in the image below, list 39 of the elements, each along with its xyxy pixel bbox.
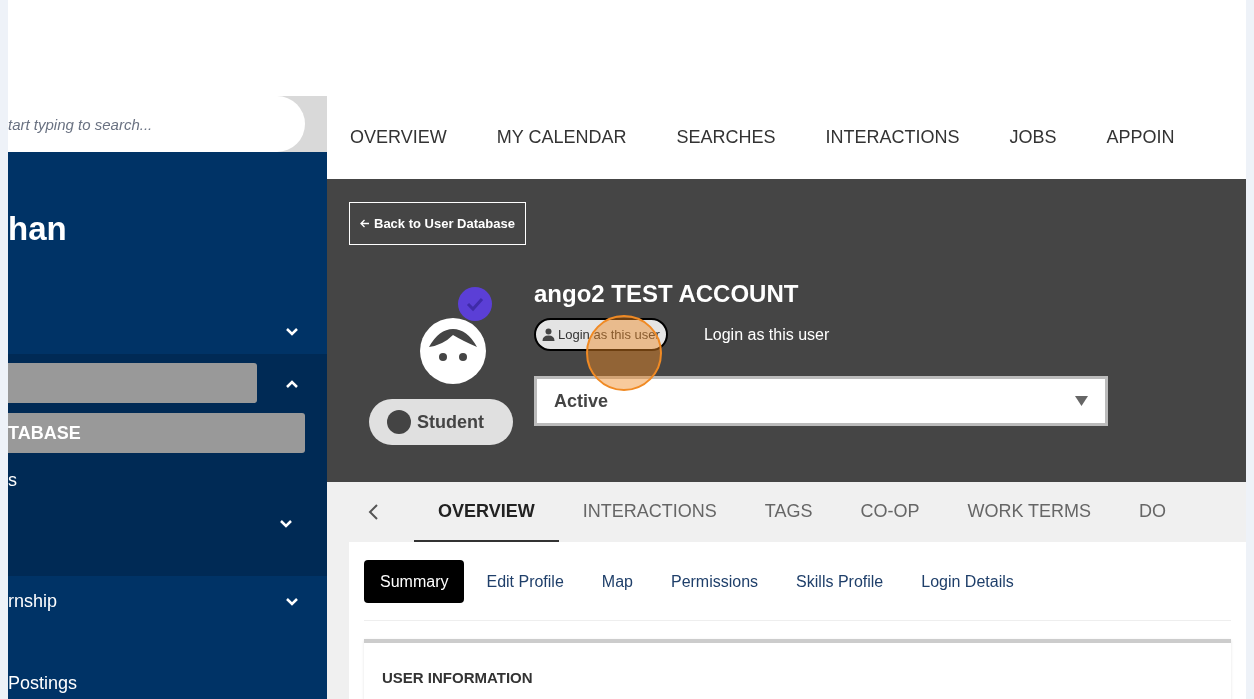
sub-tab[interactable]: Map — [585, 560, 649, 603]
sub-tab[interactable]: Login Details — [905, 560, 1030, 603]
back-arrow-icon — [360, 219, 370, 229]
nav-link[interactable]: INTERACTIONS — [825, 124, 960, 152]
menu-group[interactable]: rnship — [8, 581, 285, 621]
chevron-up-icon[interactable] — [285, 378, 299, 388]
tab[interactable]: WORK TERMS — [943, 482, 1116, 542]
chevron-down-icon[interactable] — [285, 596, 299, 606]
tab[interactable]: INTERACTIONS — [558, 482, 741, 542]
sub-tab[interactable]: Permissions — [654, 560, 775, 603]
verified-badge-icon — [458, 287, 492, 322]
avatar-icon — [419, 317, 487, 386]
nav-link[interactable]: JOBS — [1009, 124, 1057, 152]
chevron-down-icon[interactable] — [279, 518, 293, 528]
sub-tab[interactable]: Edit Profile — [470, 560, 580, 603]
chevron-left-icon[interactable] — [367, 503, 379, 522]
sub-tab[interactable]: Summary — [364, 560, 465, 603]
status-dot-icon — [387, 410, 411, 435]
nav-link[interactable]: OVERVIEW — [350, 124, 447, 152]
person-icon — [542, 328, 555, 342]
menu-item[interactable]: Postings — [8, 663, 327, 699]
dropdown-triangle-icon — [1075, 396, 1088, 407]
login-note: Login as this user — [703, 324, 830, 345]
tab[interactable]: CO-OP — [836, 482, 944, 542]
section-title: USER INFORMATION — [382, 668, 534, 688]
user-name: ango2 TEST ACCOUNT — [534, 279, 800, 310]
user-name: han — [8, 209, 68, 244]
menu-item[interactable]: s — [8, 460, 327, 500]
role-badge: Student — [369, 399, 513, 446]
nav-link[interactable]: MY CALENDAR — [496, 124, 627, 152]
nav-link[interactable]: APPOIN — [1106, 124, 1175, 152]
nav-link[interactable]: SEARCHES — [676, 124, 776, 152]
status-select[interactable]: Active — [534, 376, 1108, 427]
search-field[interactable]: tart typing to search... — [8, 96, 305, 152]
tab[interactable]: DO — [1115, 482, 1191, 542]
sub-tab[interactable]: Skills Profile — [780, 560, 900, 603]
chevron-down-icon[interactable] — [285, 326, 299, 336]
tab[interactable]: TAGS — [740, 482, 837, 542]
back-button[interactable]: Back to User Database — [349, 202, 526, 246]
